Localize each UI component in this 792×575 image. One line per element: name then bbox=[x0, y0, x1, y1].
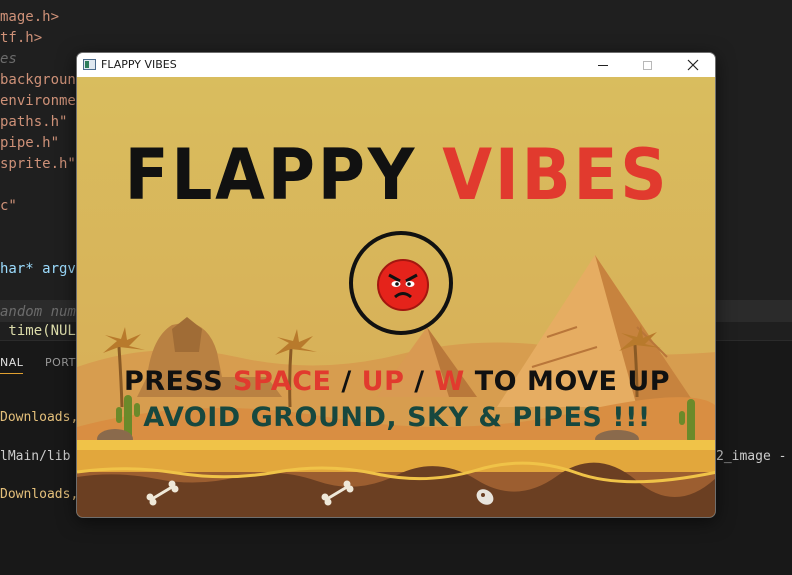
game-title: FLAPPY VIBES bbox=[103, 135, 692, 215]
maximize-button[interactable] bbox=[625, 53, 669, 77]
tab-terminal[interactable]: NAL bbox=[0, 356, 24, 374]
terminal-line: lMain/lib bbox=[0, 449, 71, 464]
window-title: FLAPPY VIBES bbox=[101, 58, 177, 71]
code-line: har* argv bbox=[0, 261, 76, 277]
code-line: environme bbox=[0, 93, 76, 109]
code-line: mage.h> bbox=[0, 9, 60, 25]
terminal-line: 2_image - bbox=[716, 449, 787, 464]
terminal-line: Downloads, bbox=[0, 410, 79, 425]
code-line: tf.h> bbox=[0, 30, 43, 46]
instruction-suffix: TO MOVE UP bbox=[464, 366, 671, 397]
maximize-icon bbox=[642, 60, 652, 70]
close-icon bbox=[687, 59, 699, 71]
angry-red-ball-icon bbox=[377, 259, 429, 311]
game-title-part2: VIBES bbox=[442, 134, 670, 216]
code-line: paths.h" bbox=[0, 114, 68, 130]
separator: / bbox=[331, 366, 362, 397]
code-line: es bbox=[0, 51, 17, 67]
window-titlebar[interactable]: FLAPPY VIBES bbox=[77, 53, 715, 77]
separator: / bbox=[404, 366, 435, 397]
code-line: time(NUL bbox=[0, 323, 76, 339]
game-canvas[interactable]: FLAPPY VIBES PRESS SPACE / UP / W TO MOV… bbox=[77, 77, 715, 517]
key-space: SPACE bbox=[233, 366, 332, 397]
instruction-controls: PRESS SPACE / UP / W TO MOVE UP bbox=[77, 366, 715, 397]
instruction-prefix: PRESS bbox=[123, 366, 234, 397]
code-line: c" bbox=[0, 198, 17, 214]
minimize-button[interactable] bbox=[581, 53, 625, 77]
ground-sand bbox=[77, 450, 715, 472]
terminal-line: Downloads, bbox=[0, 487, 79, 502]
close-button[interactable] bbox=[671, 53, 715, 77]
app-icon bbox=[83, 59, 96, 70]
code-line: backgroun bbox=[0, 72, 76, 88]
code-line: sprite.h" bbox=[0, 156, 76, 172]
key-up: UP bbox=[361, 366, 405, 397]
code-line: andom num bbox=[0, 304, 76, 320]
tab-ports[interactable]: PORT bbox=[45, 356, 76, 369]
minimize-icon bbox=[598, 64, 608, 66]
game-title-part1: FLAPPY bbox=[124, 134, 443, 216]
key-w: W bbox=[434, 366, 465, 397]
code-line: pipe.h" bbox=[0, 135, 60, 151]
instruction-avoid: AVOID GROUND, SKY & PIPES !!! bbox=[143, 402, 651, 433]
ground-top bbox=[77, 440, 715, 450]
game-window: FLAPPY VIBES FLAPPY VIBES PRESS SPACE / … bbox=[76, 52, 716, 518]
